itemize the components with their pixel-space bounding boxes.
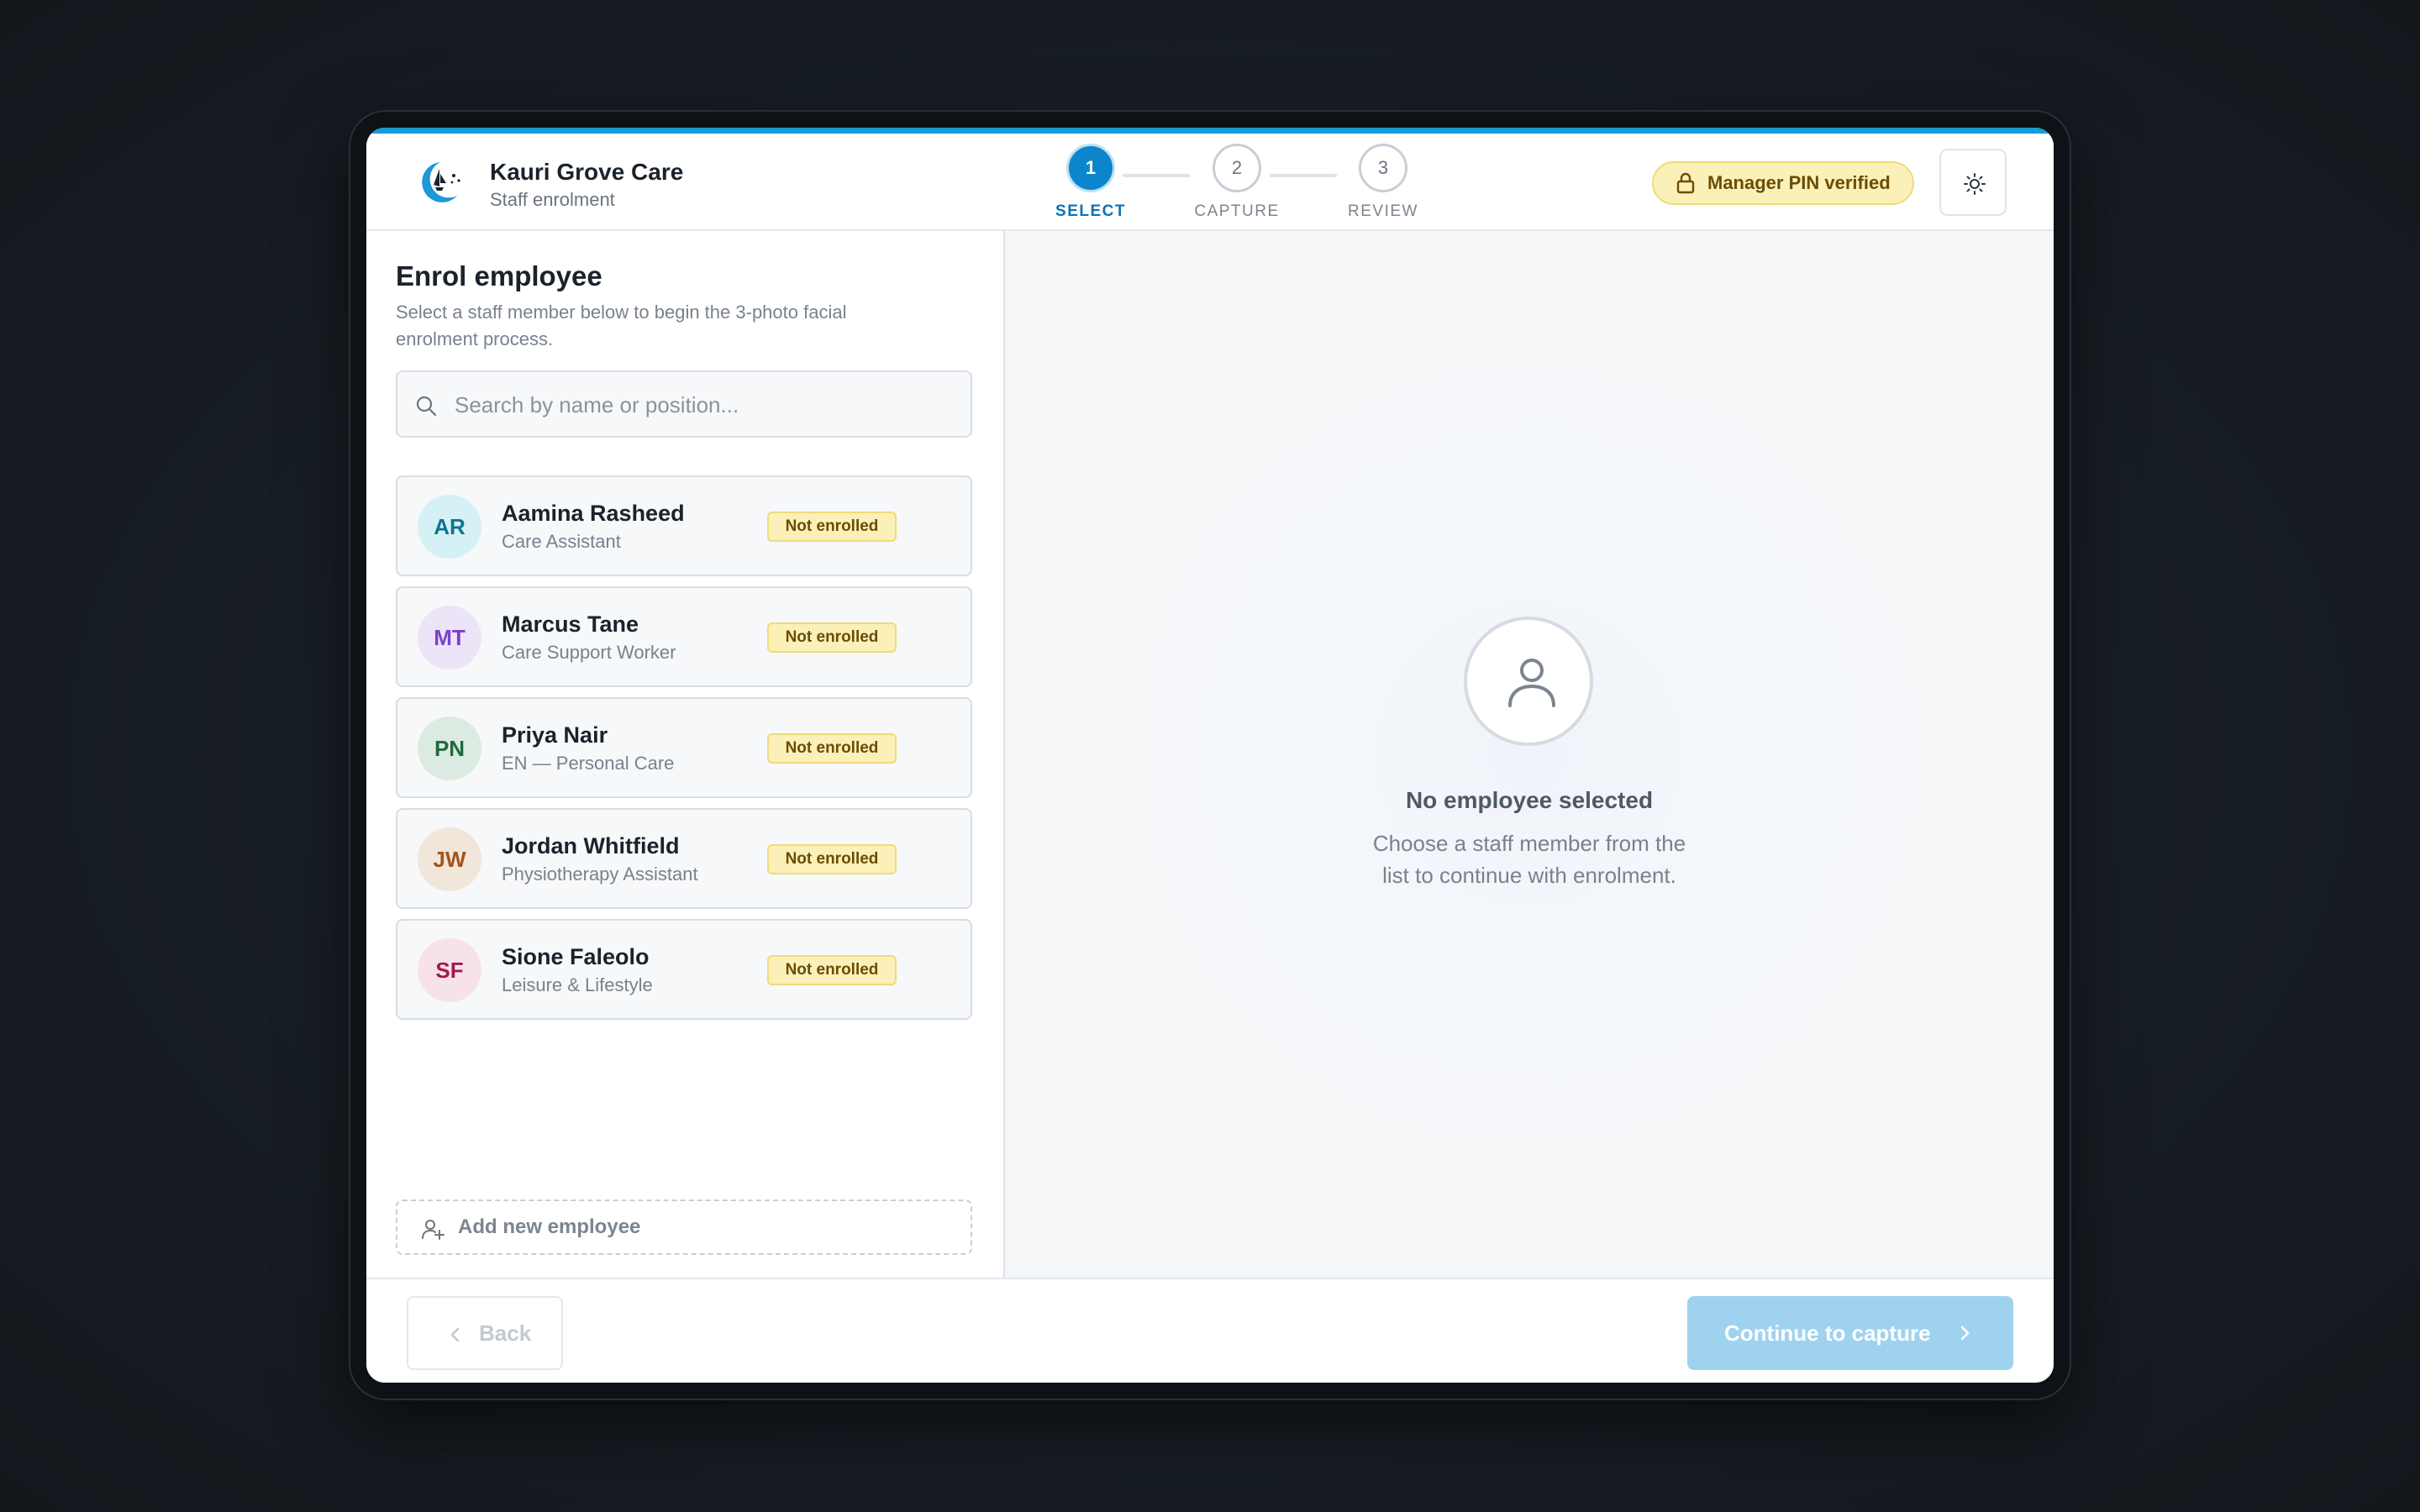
back-label: Back	[479, 1320, 532, 1346]
add-user-icon	[422, 1220, 445, 1240]
employee-name: Jordan Whitfield	[502, 833, 680, 858]
step-review: 3 REVIEW	[1324, 144, 1442, 221]
employee-card[interactable]: JW Jordan Whitfield Physiotherapy Assist…	[396, 808, 972, 909]
employee-card[interactable]: AR Aamina Rasheed Care Assistant Not enr…	[396, 475, 972, 576]
status-badge: Not enrolled	[767, 622, 897, 653]
status-badge: Not enrolled	[767, 512, 897, 542]
step-number: 3	[1359, 144, 1407, 192]
employee-name: Sione Faleolo	[502, 944, 650, 969]
employee-role: Physiotherapy Assistant	[502, 864, 698, 885]
avatar: AR	[418, 495, 481, 559]
pin-badge-label: Manager PIN verified	[1707, 172, 1891, 193]
employee-role: Care Assistant	[502, 531, 621, 552]
step-select: 1 SELECT	[1032, 144, 1150, 221]
employee-card[interactable]: SF Sione Faleolo Leisure & Lifestyle Not…	[396, 919, 972, 1020]
enrolment-stepper: 1 SELECT 2 CAPTURE 3 REVIEW	[1032, 144, 1417, 228]
selection-preview-panel: No employee selected Choose a staff memb…	[1005, 231, 2054, 1278]
status-badge: Not enrolled	[767, 733, 897, 764]
theme-toggle-button[interactable]	[1939, 149, 2007, 216]
employee-role: Leisure & Lifestyle	[502, 974, 653, 995]
empty-state-subtitle: Choose a staff member from the list to c…	[1372, 831, 1686, 888]
step-label: CAPTURE	[1194, 202, 1280, 220]
brand-subtitle: Staff enrolment	[490, 189, 615, 210]
panel-title: Enrol employee	[396, 260, 602, 291]
user-icon	[1508, 659, 1555, 707]
app-screen: Kauri Grove Care Staff enrolment 1 SELEC…	[366, 128, 2054, 1383]
sun-icon	[1964, 173, 1986, 195]
avatar: PN	[418, 717, 481, 780]
search-icon	[416, 396, 437, 417]
search-input[interactable]	[453, 387, 952, 423]
manager-pin-badge: Manager PIN verified	[1652, 161, 1914, 205]
continue-to-capture-button[interactable]: Continue to capture	[1687, 1296, 2013, 1370]
chevron-left-icon	[450, 1327, 460, 1342]
employee-card[interactable]: PN Priya Nair EN — Personal Care Not enr…	[396, 697, 972, 798]
accent-bar	[366, 128, 2054, 134]
employee-role: Care Support Worker	[502, 642, 676, 663]
lock-icon	[1676, 172, 1695, 194]
step-number: 1	[1066, 144, 1115, 192]
status-badge: Not enrolled	[767, 955, 897, 985]
add-employee-button[interactable]: Add new employee	[396, 1200, 972, 1255]
chevron-right-icon	[1960, 1326, 1970, 1341]
employee-name: Marcus Tane	[502, 612, 639, 637]
panel-description: Select a staff member below to begin the…	[396, 302, 847, 349]
employee-card[interactable]: MT Marcus Tane Care Support Worker Not e…	[396, 586, 972, 687]
employee-name: Aamina Rasheed	[502, 501, 685, 526]
empty-avatar	[1464, 617, 1593, 746]
status-badge: Not enrolled	[767, 844, 897, 874]
employee-list: AR Aamina Rasheed Care Assistant Not enr…	[396, 475, 972, 1030]
step-label: REVIEW	[1348, 202, 1418, 220]
step-number: 2	[1213, 144, 1261, 192]
add-employee-label: Add new employee	[458, 1215, 641, 1238]
step-label: SELECT	[1055, 202, 1126, 220]
step-capture: 2 CAPTURE	[1178, 144, 1296, 221]
empty-state-title: No employee selected	[1405, 787, 1654, 813]
brand-logo	[422, 162, 460, 202]
continue-label: Continue to capture	[1724, 1320, 1931, 1346]
employee-role: EN — Personal Care	[502, 753, 675, 774]
search-box	[396, 370, 972, 438]
avatar: MT	[418, 606, 481, 669]
footer-bar: Back Continue to capture	[366, 1278, 2054, 1383]
app-header: Kauri Grove Care Staff enrolment 1 SELEC…	[366, 134, 2054, 231]
back-button[interactable]: Back	[407, 1296, 563, 1370]
avatar: JW	[418, 827, 481, 891]
brand-name: Kauri Grove Care	[490, 159, 684, 185]
avatar: SF	[418, 938, 481, 1002]
employee-name: Priya Nair	[502, 722, 608, 748]
tablet-frame: Kauri Grove Care Staff enrolment 1 SELEC…	[349, 110, 2071, 1400]
employee-panel: Enrol employee Select a staff member bel…	[366, 231, 1005, 1278]
